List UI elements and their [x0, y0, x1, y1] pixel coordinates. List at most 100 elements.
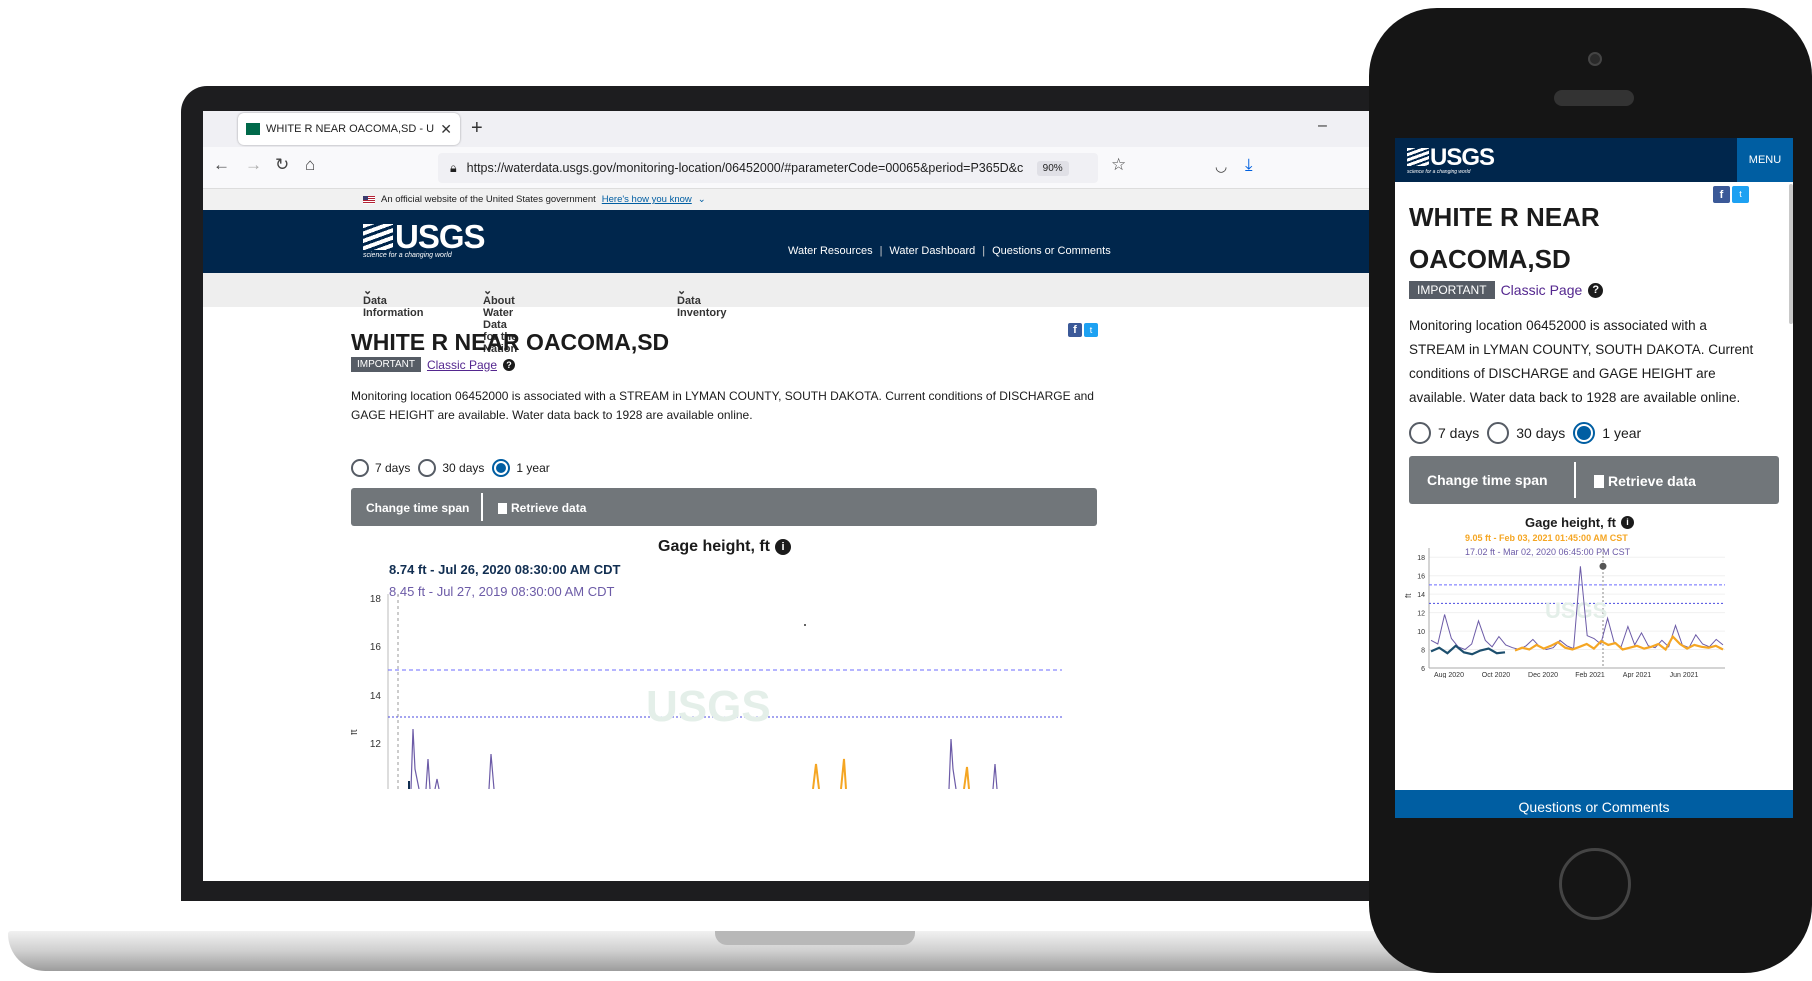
- lock-icon: 🔒︎: [450, 160, 457, 175]
- twitter-icon[interactable]: t: [1084, 323, 1098, 337]
- x-tick: Jun 2021: [1670, 672, 1699, 678]
- info-icon[interactable]: i: [1621, 516, 1634, 529]
- radio-1-year[interactable]: [492, 459, 511, 477]
- usgs-logo[interactable]: USGS science for a changing world: [1407, 144, 1495, 175]
- change-time-span-button[interactable]: Change time span: [1427, 472, 1548, 488]
- twitter-icon[interactable]: t: [1732, 186, 1749, 203]
- y-tick: 6: [1421, 666, 1425, 673]
- location-description: Monitoring location 06452000 is associat…: [1409, 318, 1754, 405]
- y-tick: 16: [370, 642, 382, 653]
- header-links: Water Resources | Water Dashboard | Ques…: [788, 245, 1111, 257]
- help-icon[interactable]: ?: [503, 358, 515, 371]
- retrieve-data-button[interactable]: Retrieve data: [498, 501, 586, 515]
- chart-title: Gage height, ft i: [1525, 515, 1634, 530]
- y-tick: 18: [370, 594, 382, 605]
- usgs-logo[interactable]: USGS science for a changing world: [363, 218, 486, 259]
- chart-title: Gage height, ft i: [658, 538, 791, 556]
- change-time-span-button[interactable]: Change time span: [366, 501, 469, 515]
- label-1-year: 1 year: [1602, 425, 1642, 441]
- toolbar-divider: [1574, 462, 1576, 498]
- document-icon: [1594, 474, 1604, 488]
- zoom-level[interactable]: 90%: [1036, 160, 1069, 176]
- page-title: WHITE R NEAR OACOMA,SD: [351, 329, 670, 355]
- menu-button[interactable]: MENU: [1737, 138, 1793, 182]
- radio-7-days[interactable]: [351, 459, 369, 477]
- scrollbar[interactable]: [1789, 184, 1793, 324]
- series-current-line: [812, 758, 970, 789]
- retrieve-data-button[interactable]: Retrieve data: [1594, 473, 1696, 489]
- home-button[interactable]: [1559, 848, 1631, 920]
- y-tick: 14: [370, 691, 382, 702]
- y-tick: 12: [1417, 611, 1425, 618]
- facebook-icon[interactable]: f: [1713, 186, 1730, 203]
- phone-screen: USGS science for a changing world MENU W…: [1395, 138, 1793, 818]
- questions-comments-footer[interactable]: Questions or Comments: [1395, 790, 1793, 818]
- x-tick: Apr 2021: [1623, 672, 1652, 678]
- toolbar-divider: [481, 493, 483, 521]
- radio-30-days[interactable]: [1487, 422, 1510, 444]
- radio-30-days[interactable]: [418, 459, 437, 477]
- classic-page-link[interactable]: Classic Page: [427, 358, 497, 372]
- phone-frame: USGS science for a changing world MENU W…: [1369, 8, 1812, 973]
- data-point: [804, 624, 806, 626]
- back-icon[interactable]: ←: [213, 155, 230, 175]
- x-tick: Oct 2020: [1482, 672, 1511, 678]
- label-7-days: 7 days: [375, 461, 411, 475]
- how-you-know-link[interactable]: Here's how you know: [602, 194, 692, 205]
- y-tick: 12: [370, 739, 382, 750]
- retrieve-data-label: Retrieve data: [511, 501, 587, 515]
- subnav-data-information[interactable]: Data Information ⌄: [363, 284, 424, 319]
- header-link-water-resources[interactable]: Water Resources: [788, 245, 873, 257]
- header-link-water-dashboard[interactable]: Water Dashboard: [889, 245, 975, 257]
- radio-7-days[interactable]: [1409, 422, 1431, 444]
- header-link-questions[interactable]: Questions or Comments: [992, 245, 1111, 257]
- minimize-icon[interactable]: –: [1318, 117, 1327, 135]
- document-icon: [498, 502, 507, 514]
- subnav-data-inventory[interactable]: Data Inventory ⌄: [677, 284, 727, 319]
- label-30-days: 30 days: [442, 461, 485, 475]
- pocket-icon[interactable]: ◡: [1215, 158, 1227, 175]
- social-share: f t: [1068, 323, 1098, 337]
- info-icon[interactable]: i: [775, 539, 791, 555]
- classic-page-link[interactable]: Classic Page: [1501, 282, 1583, 298]
- chart-title-text: Gage height, ft: [1525, 515, 1616, 530]
- home-icon[interactable]: ⌂: [305, 155, 315, 175]
- address-bar[interactable]: 🔒︎ https://waterdata.usgs.gov/monitoring…: [438, 153, 1098, 183]
- close-tab-icon[interactable]: ✕: [440, 121, 452, 138]
- badge-row: IMPORTANT Classic Page ?: [351, 357, 515, 372]
- page-title: WHITE R NEAR OACOMA,SD: [1409, 202, 1600, 274]
- subnav-about-water-data[interactable]: About Water Data for the Nation ⌄: [483, 284, 517, 355]
- social-share: f t: [1713, 186, 1749, 203]
- chart-title-text: Gage height, ft: [658, 538, 770, 555]
- series-compare-line: [410, 728, 998, 789]
- data-toolbar: Change time span Retrieve data: [1409, 456, 1779, 504]
- reload-icon[interactable]: ↻: [275, 155, 289, 175]
- y-tick: 18: [1417, 555, 1425, 562]
- retrieve-data-label: Retrieve data: [1608, 473, 1696, 489]
- browser-tab[interactable]: WHITE R NEAR OACOMA,SD - U ✕: [238, 113, 460, 145]
- usgs-wave-icon: [363, 224, 393, 250]
- usgs-wave-icon: [1407, 148, 1429, 166]
- gage-height-chart[interactable]: 18 16 14 12 ft USGS: [351, 589, 1071, 789]
- bookmark-star-icon[interactable]: ☆: [1111, 155, 1126, 175]
- x-tick: Aug 2020: [1434, 672, 1464, 678]
- forward-icon[interactable]: →: [245, 155, 262, 175]
- chevron-down-icon: ⌄: [697, 194, 706, 205]
- mobile-header: USGS science for a changing world MENU: [1395, 138, 1793, 182]
- x-tick: Feb 2021: [1575, 672, 1605, 678]
- badge-row: IMPORTANT Classic Page ?: [1409, 281, 1604, 299]
- important-badge: IMPORTANT: [1409, 281, 1495, 299]
- download-icon[interactable]: ⤓: [1245, 155, 1253, 175]
- facebook-icon[interactable]: f: [1068, 323, 1082, 337]
- series-compare-line: [1430, 566, 1724, 651]
- radio-1-year[interactable]: [1573, 422, 1596, 444]
- location-description: Monitoring location 06452000 is associat…: [351, 389, 1094, 422]
- us-flag-icon: [363, 195, 375, 204]
- y-tick: 16: [1417, 574, 1425, 581]
- mobile-gage-height-chart[interactable]: 18 16 14 12 10 8 6 Aug 2020 Oct 2020 Dec 2020 Feb…: [1405, 538, 1735, 678]
- label-7-days: 7 days: [1438, 425, 1480, 441]
- y-tick: 8: [1421, 648, 1425, 655]
- y-axis-label: ft: [351, 729, 360, 735]
- help-icon[interactable]: ?: [1588, 282, 1604, 298]
- new-tab-icon[interactable]: +: [471, 117, 483, 140]
